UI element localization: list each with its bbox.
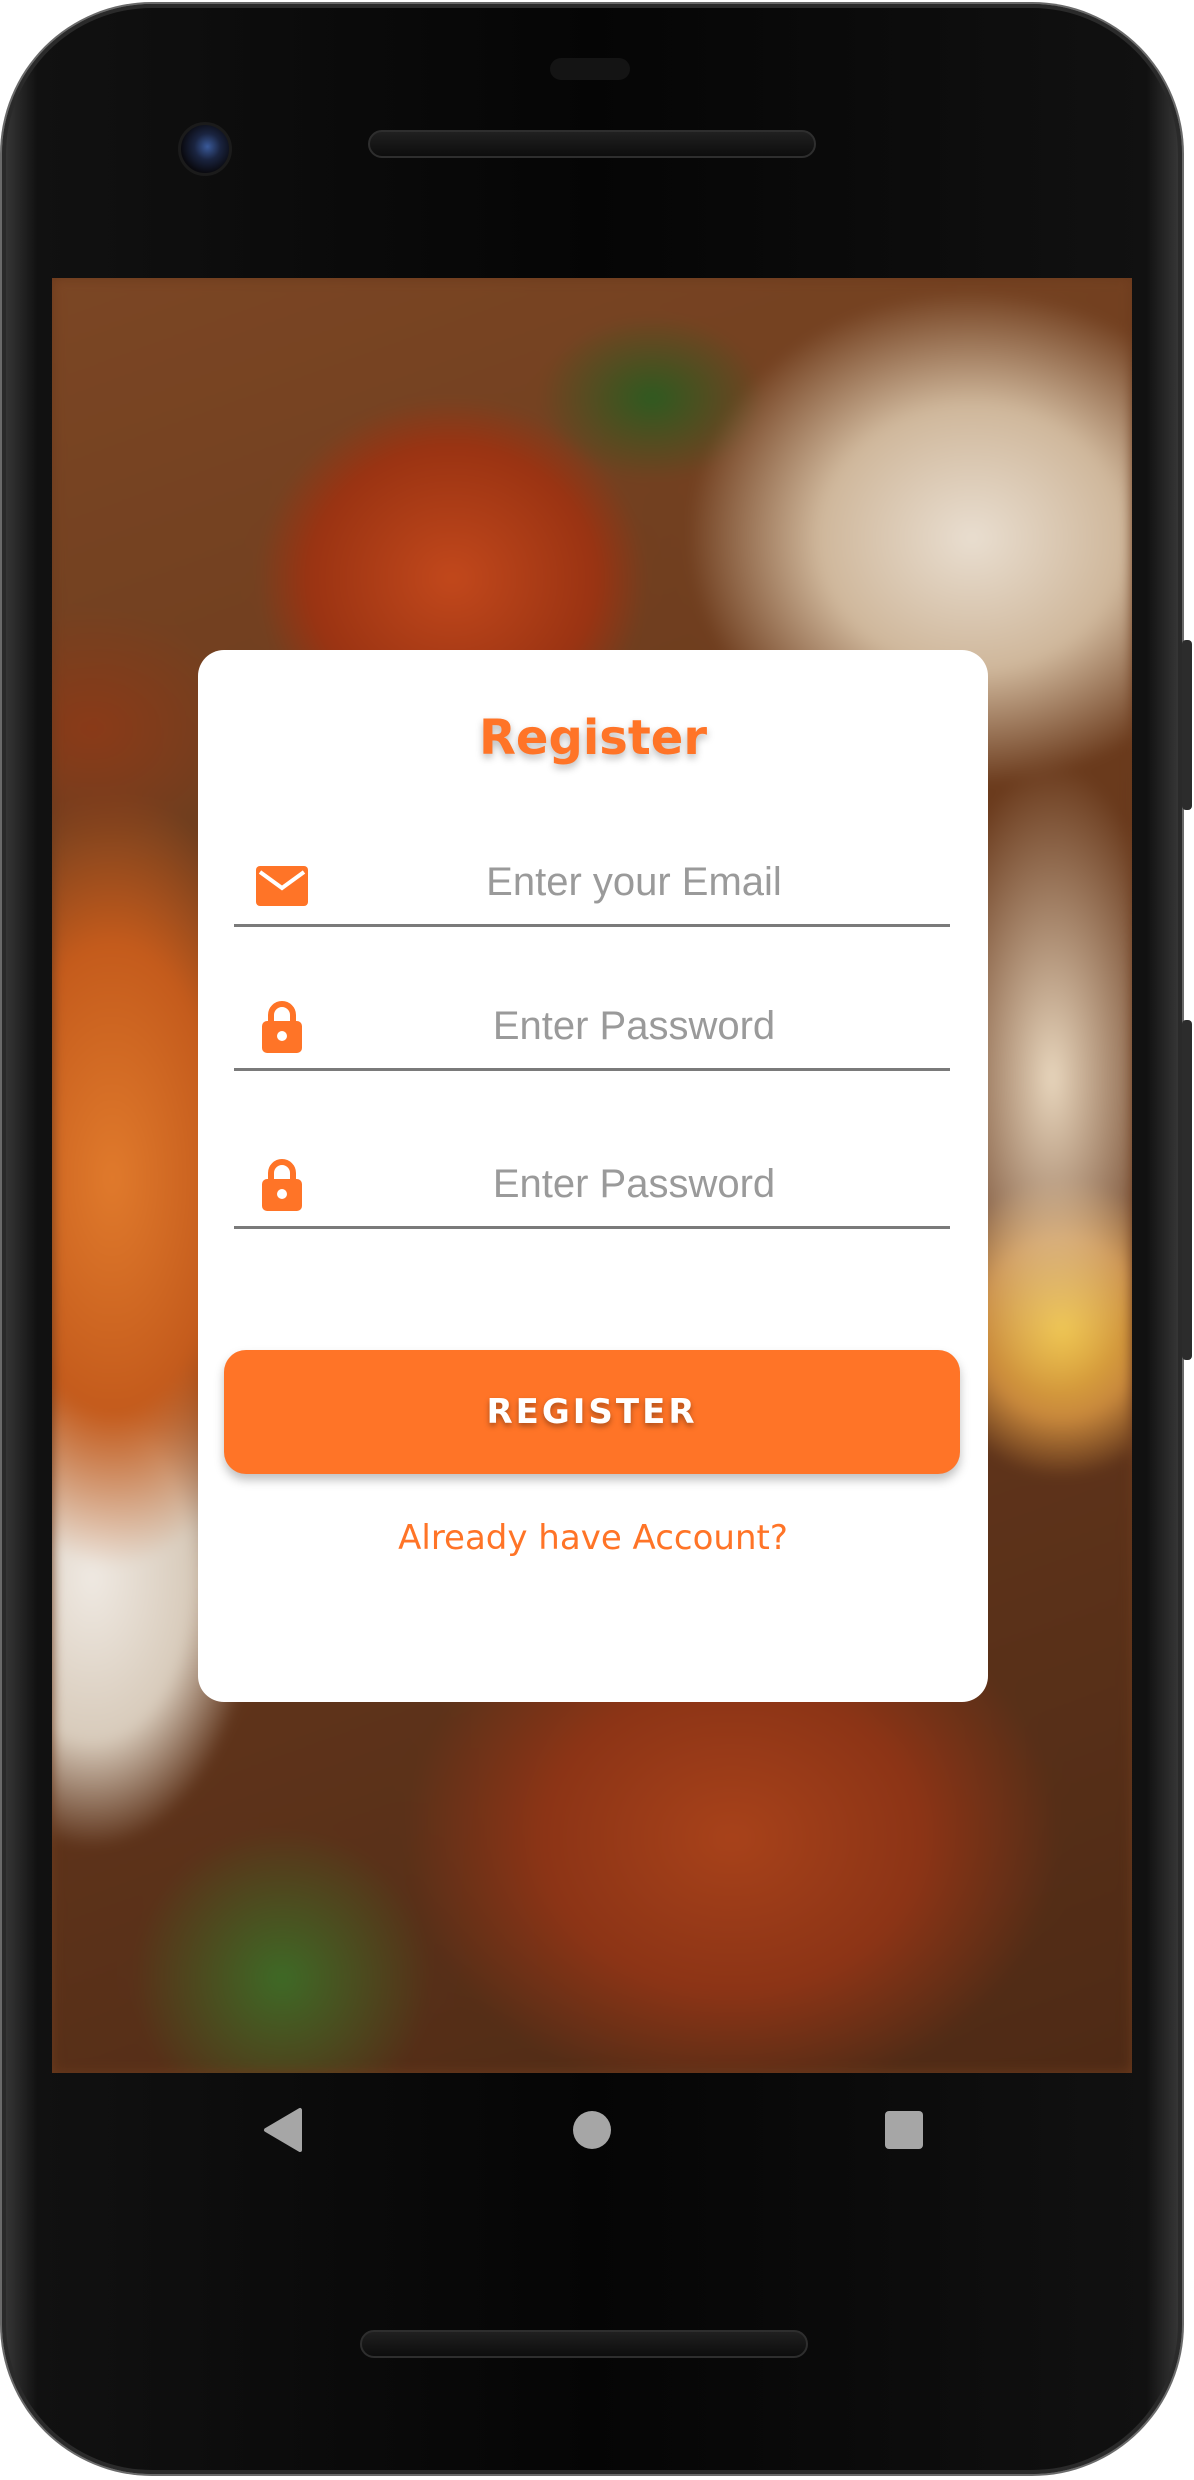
envelope-icon: [254, 858, 310, 914]
email-field: [234, 840, 950, 927]
app-screen: Register Enter your Email REGISTER Alrea…: [52, 278, 1132, 2073]
home-circle-icon[interactable]: [562, 2100, 622, 2160]
register-card: Register Enter your Email REGISTER Alrea…: [198, 650, 988, 1702]
power-button: [1182, 640, 1192, 810]
back-triangle-icon[interactable]: [252, 2100, 312, 2160]
confirm-password-input[interactable]: [334, 1156, 934, 1212]
system-navigation-bar: [52, 2080, 1132, 2190]
email-input[interactable]: [334, 854, 934, 910]
device-frame: Register Enter your Email REGISTER Alrea…: [0, 0, 1194, 2480]
proximity-sensor: [550, 58, 630, 80]
volume-button: [1182, 1020, 1192, 1360]
recents-square-icon[interactable]: [874, 2100, 934, 2160]
bottom-speaker: [360, 2330, 808, 2358]
page-title: Register: [478, 710, 708, 766]
front-camera: [178, 122, 232, 176]
lock-icon: [254, 998, 310, 1054]
lock-icon: [254, 1156, 310, 1212]
earpiece-speaker: [368, 130, 816, 158]
login-link[interactable]: Already have Account?: [198, 1518, 988, 1558]
confirm-password-field: [234, 1142, 950, 1229]
password-field: [234, 984, 950, 1071]
register-button[interactable]: REGISTER: [224, 1350, 960, 1474]
password-input[interactable]: [334, 998, 934, 1054]
